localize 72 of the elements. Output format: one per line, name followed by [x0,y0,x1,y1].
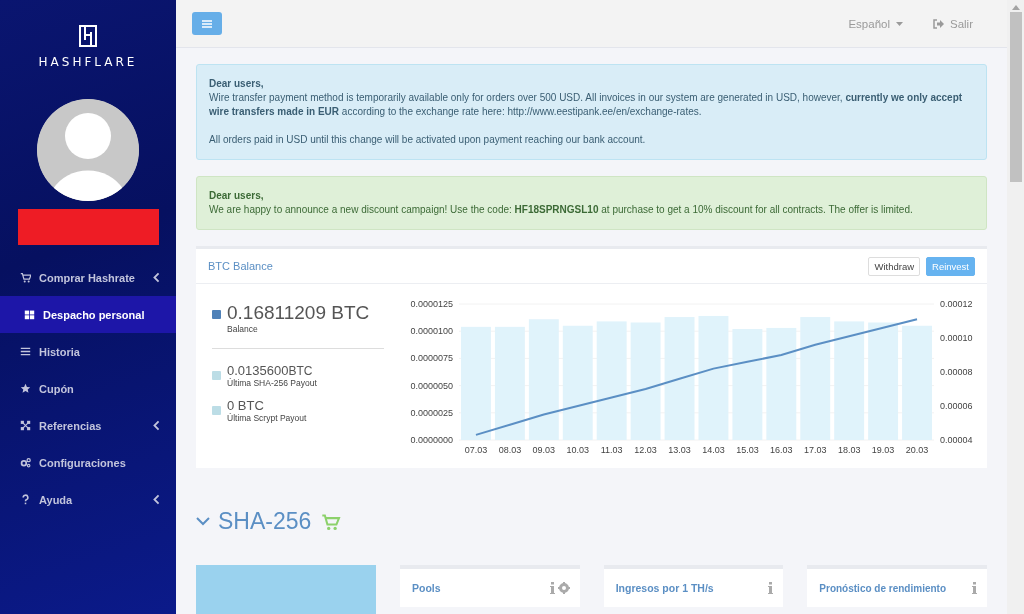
caret-icon [896,21,903,26]
card-title: Pronóstico de rendimiento [819,582,948,594]
axis-label: 18.03 [837,445,861,455]
axis-label: 20.03 [905,445,929,455]
axis-label: 10.03 [566,445,589,455]
nav-item[interactable]: Cupón [0,370,176,407]
nav-item[interactable]: Ayuda [0,481,176,518]
axis-label: 08.03 [498,445,522,455]
scroll-up-arrow-icon[interactable] [1011,5,1020,10]
logout-icon [933,18,944,29]
alert-text: All orders paid in USD until this change will be activated upon payment reaching our bank account. [209,133,647,147]
axis-label: 0.00012 [940,299,973,309]
network-icon [20,420,31,431]
stat-value: 0 BTC [227,398,265,413]
scrollbar[interactable] [1007,0,1024,614]
nav-item[interactable]: Historia [0,333,176,370]
axis-label: 0.0000075 [410,353,453,364]
chevron-down-icon[interactable] [196,517,210,526]
star-icon [20,383,31,394]
nav-item[interactable]: Despacho personal [0,296,176,333]
card-title: Ingresos por 1 TH/s [615,582,715,594]
nav-item[interactable]: Referencias [0,407,176,444]
panel-title: BTC Balance [208,260,274,272]
axis-label: 0.0000025 [410,407,453,418]
stat-value: 0.16811209 BTC [227,302,370,324]
stat-value: 0.0135600BTC [227,363,314,378]
axis-label: 0.0000000 [410,435,453,445]
cart-icon [20,272,31,283]
axis-label: 17.03 [804,445,827,455]
alert-text: Wire transfer payment method is temporarily available only for orders over 500 USD. All invoices in our system are generated in USD, however, currently we only accept wire transfers made in EUR according to the exchange rate here: http://www.eestipank.ee/en/exchange-rates. [209,91,964,119]
axis-label: 11.03 [600,445,623,455]
axis-label: 09.03 [532,445,556,455]
stat-label: Balance [227,324,259,334]
info-icon[interactable] [972,582,977,594]
settings-icon[interactable] [557,582,570,594]
logo-text: HASHFLARE [38,55,138,69]
axis-label: 12.03 [634,445,657,455]
info-icon[interactable] [549,582,555,594]
axis-label: 0.0000100 [410,326,453,337]
axis-label: 19.03 [871,445,895,455]
axis-label: 07.03 [464,445,488,455]
axis-label: 0.00010 [940,333,973,343]
nav-item[interactable]: Configuraciones [0,444,176,481]
axis-label: 0.00008 [940,367,973,377]
menu-button[interactable] [192,12,222,35]
gears-icon [20,457,31,468]
section-title: SHA-256 [218,508,312,535]
alert-text: We are happy to announce a new discount campaign! Use the code: HF18SPRNGSL10 at purchase to get a 10% discount for all contracts. The offer is limited. [209,203,914,217]
axis-label: 14.03 [702,445,725,455]
stat-label: Última SHA-256 Payout [227,378,317,388]
alert-heading: Dear users, [209,189,265,203]
scrollbar-thumb[interactable] [1009,12,1022,182]
axis-label: 0.00006 [940,401,973,411]
axis-label: 0.00004 [940,435,973,445]
axis-label: 16.03 [770,445,793,455]
stat-label: Última Scrypt Payout [227,413,307,423]
exchange-rate-link[interactable]: http://www.eestipank.ee/en/exchange-rates [507,106,699,117]
axis-label: 15.03 [736,445,759,455]
question-icon [20,494,31,505]
menu-icon [202,19,212,28]
logo-icon [79,25,97,47]
alert-heading: Dear users, [209,77,265,91]
axis-label: 13.03 [668,445,691,455]
grid-icon [24,309,35,320]
withdraw-button[interactable]: Withdraw [868,256,921,276]
nav-item[interactable]: Comprar Hashrate [0,259,176,296]
card-title: Pools [412,582,442,594]
axis-label: 0.0000050 [410,380,453,391]
axis-label: 0.0000125 [410,299,453,309]
cart-icon[interactable] [319,512,342,531]
info-icon[interactable] [768,582,774,594]
list-icon [20,346,31,357]
